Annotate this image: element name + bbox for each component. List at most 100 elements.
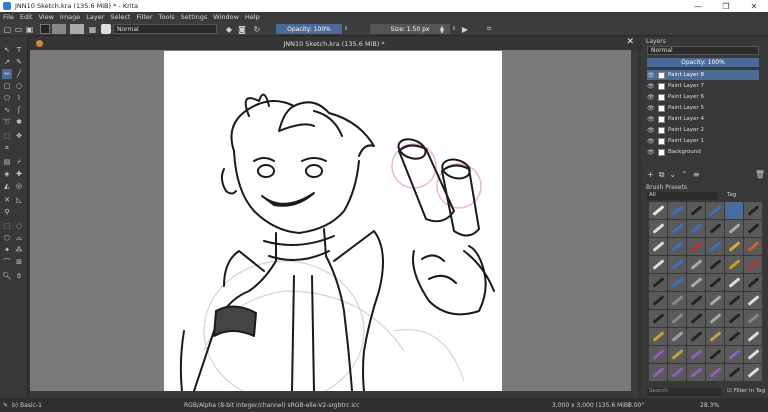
brush-filter-select[interactable]: All	[647, 192, 717, 200]
new-document-icon[interactable]: ▢	[3, 24, 12, 34]
crop-tool-icon[interactable]: ⌗	[2, 143, 12, 153]
maximize-button[interactable]: ❐	[712, 0, 740, 12]
menu-image[interactable]: Image	[60, 13, 80, 21]
brush-preset[interactable]	[668, 310, 686, 327]
brush-preset[interactable]	[706, 328, 724, 345]
multibrush-tool-icon[interactable]: ✱	[14, 117, 24, 127]
brush-preset[interactable]	[687, 238, 705, 255]
polygonal-selection-tool-icon[interactable]: ⬡	[2, 233, 12, 243]
bezier-tool-icon[interactable]: ∿	[2, 105, 12, 115]
layer-opacity-slider[interactable]: Opacity: 100%	[647, 58, 759, 67]
freehand-brush-tool-icon[interactable]: ✏	[2, 69, 12, 79]
document-tab[interactable]: JNN10 Sketch.kra (135.6 MiB) * ✕	[30, 37, 638, 50]
move-tool-icon[interactable]: ✥	[14, 131, 24, 141]
alpha-lock-icon[interactable]: ◙	[237, 24, 247, 34]
freehand-selection-tool-icon[interactable]: ⌓	[14, 233, 24, 243]
brush-preset[interactable]	[687, 202, 705, 219]
rotation-value[interactable]: 0.00°	[628, 402, 644, 409]
layer-row[interactable]: 👁︎ Paint Layer 7	[647, 81, 759, 91]
brush-preset[interactable]	[706, 346, 724, 363]
brush-preset[interactable]	[649, 256, 667, 273]
brush-preset[interactable]	[668, 274, 686, 291]
brush-preset[interactable]	[725, 310, 743, 327]
brush-preset[interactable]	[744, 220, 762, 237]
line-tool-icon[interactable]: ╱	[14, 69, 24, 79]
fill-tool-icon[interactable]: ◭	[2, 181, 12, 191]
brush-preset[interactable]	[649, 310, 667, 327]
rectangular-selection-tool-icon[interactable]: ⬚	[2, 221, 12, 231]
brush-preset[interactable]	[706, 238, 724, 255]
brush-preset[interactable]	[687, 310, 705, 327]
brush-preset[interactable]	[649, 346, 667, 363]
transform-tool-icon[interactable]: ⬚	[2, 131, 12, 141]
brush-preset[interactable]	[706, 274, 724, 291]
brush-preset[interactable]	[725, 256, 743, 273]
bezier-selection-tool-icon[interactable]: ⌒	[2, 257, 12, 267]
brush-preset[interactable]	[744, 292, 762, 309]
menu-layer[interactable]: Layer	[86, 13, 104, 21]
eye-icon[interactable]: 👁︎	[647, 138, 655, 145]
smart-patch-tool-icon[interactable]: ✚	[14, 169, 24, 179]
polyline-tool-icon[interactable]: ⌇	[14, 93, 24, 103]
layer-row[interactable]: 👁︎ Paint Layer 4	[647, 114, 759, 124]
brush-preset[interactable]	[649, 238, 667, 255]
close-window-button[interactable]: ✕	[740, 0, 768, 12]
brush-preset[interactable]	[668, 292, 686, 309]
brush-preset[interactable]	[687, 292, 705, 309]
eye-icon[interactable]: 👁︎	[647, 116, 655, 123]
mirror-horizontal-icon[interactable]: ⧫	[437, 24, 447, 34]
select-shapes-tool-icon[interactable]: ↖	[2, 45, 12, 55]
brush-preset[interactable]	[687, 220, 705, 237]
minimize-button[interactable]: —	[684, 0, 712, 12]
pan-tool-icon[interactable]: ✋︎	[14, 271, 24, 281]
vertical-scrollbar[interactable]	[631, 50, 638, 391]
eye-icon[interactable]: 👁︎	[647, 127, 655, 134]
layer-blend-mode-select[interactable]: Normal	[647, 46, 759, 55]
move-layer-down-icon[interactable]: ⌄	[669, 170, 676, 180]
gradient-tool-icon[interactable]: ▤	[2, 157, 12, 167]
freehand-path-tool-icon[interactable]: ʃ	[14, 105, 24, 115]
brush-preset[interactable]	[706, 364, 724, 381]
drawing-canvas[interactable]	[164, 51, 502, 391]
elliptical-selection-tool-icon[interactable]: ◌	[14, 221, 24, 231]
move-layer-up-icon[interactable]: ⌃	[681, 170, 688, 180]
brush-preset[interactable]	[725, 292, 743, 309]
measure-tool-icon[interactable]: ◺	[14, 195, 24, 205]
brush-preset[interactable]	[668, 364, 686, 381]
brush-preset[interactable]	[668, 202, 686, 219]
layer-row[interactable]: 👁︎ Paint Layer 2	[647, 125, 759, 135]
brush-preset[interactable]	[687, 256, 705, 273]
layer-row[interactable]: 👁︎ Paint Layer 6	[647, 92, 759, 102]
eye-icon[interactable]: 👁︎	[647, 149, 655, 156]
color-picker-tool-icon[interactable]: ⌿	[14, 157, 24, 167]
menu-help[interactable]: Help	[245, 13, 260, 21]
reload-preset-icon[interactable]: ↻	[252, 24, 262, 34]
brush-preset[interactable]	[706, 202, 724, 219]
menu-edit[interactable]: Edit	[20, 13, 33, 21]
brush-tag-select[interactable]: Tag	[727, 192, 757, 200]
calligraphy-tool-icon[interactable]: ✎	[14, 57, 24, 67]
eye-icon[interactable]: 👁︎	[647, 94, 655, 101]
brush-presets-icon[interactable]: ▦	[88, 24, 97, 34]
zoom-tool-icon[interactable]: 🔍︎	[2, 271, 12, 281]
text-tool-icon[interactable]: T	[14, 45, 24, 55]
brush-preset[interactable]	[668, 256, 686, 273]
add-layer-icon[interactable]: +	[647, 170, 654, 180]
brush-preset[interactable]	[706, 256, 724, 273]
assistant-tool-icon[interactable]: ✕	[2, 195, 12, 205]
brush-preset[interactable]	[744, 346, 762, 363]
ellipse-tool-icon[interactable]: ○	[14, 81, 24, 91]
brush-preset[interactable]	[744, 238, 762, 255]
menu-select[interactable]: Select	[110, 13, 130, 21]
brush-preset[interactable]	[687, 346, 705, 363]
menu-tools[interactable]: Tools	[159, 13, 175, 21]
layer-row[interactable]: 👁︎ Paint Layer 8	[647, 70, 759, 80]
colorize-mask-tool-icon[interactable]: ◈	[2, 169, 12, 179]
layer-row[interactable]: 👁︎ Paint Layer 5	[647, 103, 759, 113]
brush-preset[interactable]	[744, 202, 762, 219]
contiguous-selection-tool-icon[interactable]: ✦	[2, 245, 12, 255]
menu-file[interactable]: File	[3, 13, 14, 21]
brush-preset[interactable]	[649, 202, 667, 219]
brush-preset[interactable]	[706, 310, 724, 327]
brush-preset[interactable]	[649, 220, 667, 237]
